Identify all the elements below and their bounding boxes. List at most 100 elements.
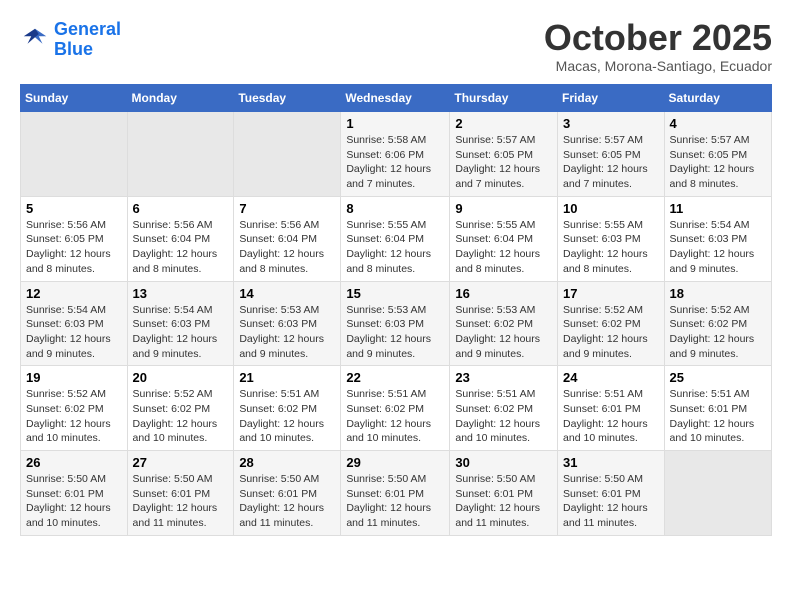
day-number: 29 xyxy=(346,455,444,470)
day-number: 12 xyxy=(26,286,122,301)
calendar-cell: 8Sunrise: 5:55 AMSunset: 6:04 PMDaylight… xyxy=(341,196,450,281)
day-number: 30 xyxy=(455,455,552,470)
header-thursday: Thursday xyxy=(450,85,558,112)
calendar-cell: 12 Sunrise: 5:54 AMSunset: 6:03 PMDayligh… xyxy=(21,281,128,366)
day-number: 31 xyxy=(563,455,659,470)
day-info: Sunrise: 5:53 AMSunset: 6:03 PMDaylight:… xyxy=(346,303,444,362)
calendar-cell: 3 Sunrise: 5:57 AMSunset: 6:05 PMDaylight… xyxy=(558,112,665,197)
day-number: 16 xyxy=(455,286,552,301)
day-number: 8 xyxy=(346,201,444,216)
day-info: Sunrise: 5:53 AMSunset: 6:03 PMDaylight:… xyxy=(239,303,335,362)
calendar-cell: 22 Sunrise: 5:51 AMSunset: 6:02 PMDayligh… xyxy=(341,366,450,451)
day-info: Sunrise: 5:51 AMSunset: 6:02 PMDaylight:… xyxy=(346,387,444,446)
day-info: Sunrise: 5:51 AMSunset: 6:02 PMDaylight:… xyxy=(455,387,552,446)
day-number: 23 xyxy=(455,370,552,385)
calendar-cell: 23 Sunrise: 5:51 AMSunset: 6:02 PMDayligh… xyxy=(450,366,558,451)
calendar-week-2: 5 Sunrise: 5:56 AMSunset: 6:05 PMDaylight… xyxy=(21,196,772,281)
logo: General Blue xyxy=(20,20,121,60)
day-info: Sunrise: 5:54 AMSunset: 6:03 PMDaylight:… xyxy=(133,303,229,362)
logo-text: General Blue xyxy=(54,20,121,60)
day-number: 15 xyxy=(346,286,444,301)
calendar-cell: 29 Sunrise: 5:50 AMSunset: 6:01 PMDayligh… xyxy=(341,451,450,536)
day-number: 20 xyxy=(133,370,229,385)
calendar-cell: 20 Sunrise: 5:52 AMSunset: 6:02 PMDayligh… xyxy=(127,366,234,451)
day-info: Sunrise: 5:50 AMSunset: 6:01 PMDaylight:… xyxy=(346,472,444,531)
day-info: Sunrise: 5:54 AMSunset: 6:03 PMDaylight:… xyxy=(26,303,122,362)
calendar-cell: 5 Sunrise: 5:56 AMSunset: 6:05 PMDaylight… xyxy=(21,196,128,281)
calendar-cell: 30 Sunrise: 5:50 AMSunset: 6:01 PMDayligh… xyxy=(450,451,558,536)
calendar-cell: 24Sunrise: 5:51 AMSunset: 6:01 PMDayligh… xyxy=(558,366,665,451)
month-title: October 2025 xyxy=(544,20,772,56)
header-wednesday: Wednesday xyxy=(341,85,450,112)
day-info: Sunrise: 5:53 AMSunset: 6:02 PMDaylight:… xyxy=(455,303,552,362)
day-info: Sunrise: 5:56 AMSunset: 6:05 PMDaylight:… xyxy=(26,218,122,277)
calendar-cell: 9Sunrise: 5:55 AMSunset: 6:04 PMDaylight… xyxy=(450,196,558,281)
calendar-cell xyxy=(127,112,234,197)
location-subtitle: Macas, Morona-Santiago, Ecuador xyxy=(544,58,772,74)
day-number: 19 xyxy=(26,370,122,385)
day-number: 10 xyxy=(563,201,659,216)
calendar-cell: 19Sunrise: 5:52 AMSunset: 6:02 PMDayligh… xyxy=(21,366,128,451)
calendar-cell: 27 Sunrise: 5:50 AMSunset: 6:01 PMDayligh… xyxy=(127,451,234,536)
day-info: Sunrise: 5:51 AMSunset: 6:02 PMDaylight:… xyxy=(239,387,335,446)
calendar-week-3: 12 Sunrise: 5:54 AMSunset: 6:03 PMDayligh… xyxy=(21,281,772,366)
day-info: Sunrise: 5:50 AMSunset: 6:01 PMDaylight:… xyxy=(239,472,335,531)
calendar-table: Sunday Monday Tuesday Wednesday Thursday… xyxy=(20,84,772,536)
day-number: 3 xyxy=(563,116,659,131)
day-number: 6 xyxy=(133,201,229,216)
calendar-cell xyxy=(234,112,341,197)
day-number: 11 xyxy=(670,201,766,216)
header-friday: Friday xyxy=(558,85,665,112)
day-info: Sunrise: 5:50 AMSunset: 6:01 PMDaylight:… xyxy=(133,472,229,531)
calendar-cell: 4Sunrise: 5:57 AMSunset: 6:05 PMDaylight… xyxy=(664,112,771,197)
calendar-cell xyxy=(664,451,771,536)
title-block: October 2025 Macas, Morona-Santiago, Ecu… xyxy=(544,20,772,74)
day-number: 27 xyxy=(133,455,229,470)
day-info: Sunrise: 5:58 AMSunset: 6:06 PMDaylight:… xyxy=(346,133,444,192)
day-number: 22 xyxy=(346,370,444,385)
calendar-week-1: 1 Sunrise: 5:58 AMSunset: 6:06 PMDaylight… xyxy=(21,112,772,197)
day-number: 5 xyxy=(26,201,122,216)
day-number: 1 xyxy=(346,116,444,131)
calendar-cell: 13Sunrise: 5:54 AMSunset: 6:03 PMDayligh… xyxy=(127,281,234,366)
day-number: 17 xyxy=(563,286,659,301)
weekday-header-row: Sunday Monday Tuesday Wednesday Thursday… xyxy=(21,85,772,112)
day-info: Sunrise: 5:56 AMSunset: 6:04 PMDaylight:… xyxy=(239,218,335,277)
calendar-week-5: 26 Sunrise: 5:50 AMSunset: 6:01 PMDayligh… xyxy=(21,451,772,536)
day-info: Sunrise: 5:57 AMSunset: 6:05 PMDaylight:… xyxy=(563,133,659,192)
day-info: Sunrise: 5:55 AMSunset: 6:03 PMDaylight:… xyxy=(563,218,659,277)
day-info: Sunrise: 5:54 AMSunset: 6:03 PMDaylight:… xyxy=(670,218,766,277)
calendar-week-4: 19 Sunrise: 5:52 AMSunset: 6:02 PMDayligh… xyxy=(21,366,772,451)
calendar-cell: 16 Sunrise: 5:53 AMSunset: 6:02 PMDayligh… xyxy=(450,281,558,366)
day-info: Sunrise: 5:50 AMSunset: 6:01 PMDaylight:… xyxy=(26,472,122,531)
page-header: General Blue October 2025 Macas, Morona-… xyxy=(20,20,772,74)
calendar-cell: 10 Sunrise: 5:55 AMSunset: 6:03 PMDayligh… xyxy=(558,196,665,281)
calendar-cell: 15 Sunrise: 5:53 AMSunset: 6:03 PMDayligh… xyxy=(341,281,450,366)
calendar-cell xyxy=(21,112,128,197)
calendar-cell: 18Sunrise: 5:52 AMSunset: 6:02 PMDayligh… xyxy=(664,281,771,366)
calendar-cell: 25Sunrise: 5:51 AMSunset: 6:01 PMDayligh… xyxy=(664,366,771,451)
calendar-cell: 26 Sunrise: 5:50 AMSunset: 6:01 PMDayligh… xyxy=(21,451,128,536)
header-monday: Monday xyxy=(127,85,234,112)
day-info: Sunrise: 5:55 AMSunset: 6:04 PMDaylight:… xyxy=(455,218,552,277)
day-number: 24 xyxy=(563,370,659,385)
calendar-cell: 28 Sunrise: 5:50 AMSunset: 6:01 PMDayligh… xyxy=(234,451,341,536)
calendar-cell: 7Sunrise: 5:56 AMSunset: 6:04 PMDaylight… xyxy=(234,196,341,281)
calendar-cell: 1 Sunrise: 5:58 AMSunset: 6:06 PMDaylight… xyxy=(341,112,450,197)
logo-bird-icon xyxy=(20,25,50,55)
day-info: Sunrise: 5:56 AMSunset: 6:04 PMDaylight:… xyxy=(133,218,229,277)
day-info: Sunrise: 5:50 AMSunset: 6:01 PMDaylight:… xyxy=(563,472,659,531)
day-info: Sunrise: 5:57 AMSunset: 6:05 PMDaylight:… xyxy=(455,133,552,192)
day-info: Sunrise: 5:52 AMSunset: 6:02 PMDaylight:… xyxy=(563,303,659,362)
day-number: 28 xyxy=(239,455,335,470)
day-info: Sunrise: 5:52 AMSunset: 6:02 PMDaylight:… xyxy=(133,387,229,446)
day-info: Sunrise: 5:51 AMSunset: 6:01 PMDaylight:… xyxy=(670,387,766,446)
day-info: Sunrise: 5:50 AMSunset: 6:01 PMDaylight:… xyxy=(455,472,552,531)
day-number: 4 xyxy=(670,116,766,131)
header-tuesday: Tuesday xyxy=(234,85,341,112)
calendar-cell: 17 Sunrise: 5:52 AMSunset: 6:02 PMDayligh… xyxy=(558,281,665,366)
calendar-cell: 11 Sunrise: 5:54 AMSunset: 6:03 PMDayligh… xyxy=(664,196,771,281)
day-number: 26 xyxy=(26,455,122,470)
calendar-cell: 31 Sunrise: 5:50 AMSunset: 6:01 PMDayligh… xyxy=(558,451,665,536)
day-number: 18 xyxy=(670,286,766,301)
